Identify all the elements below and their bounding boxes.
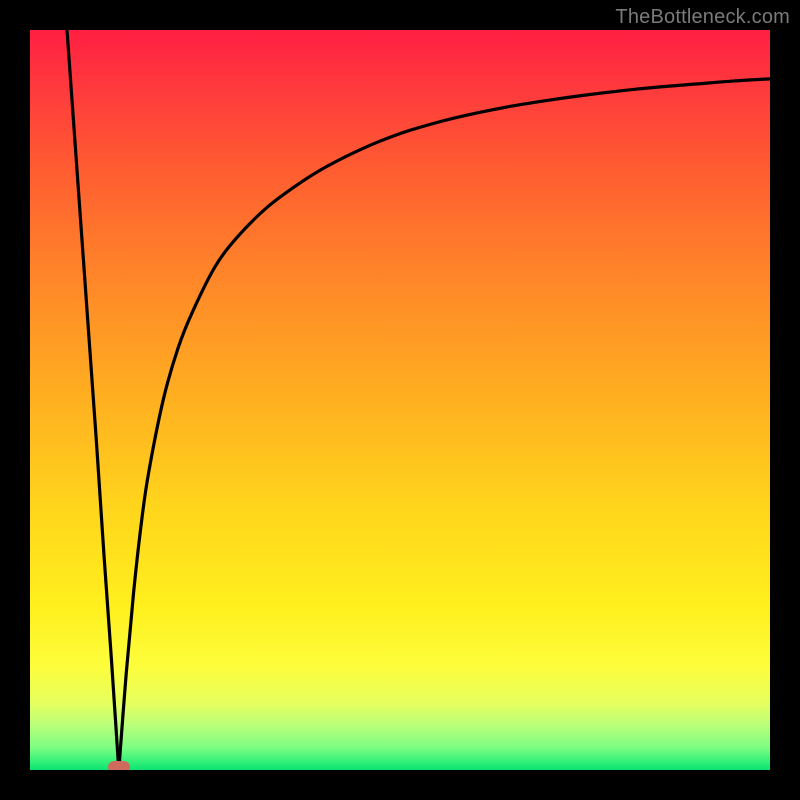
minimum-marker <box>108 761 130 770</box>
bottleneck-curve <box>30 30 770 770</box>
watermark-text: TheBottleneck.com <box>615 6 790 29</box>
chart-frame: TheBottleneck.com <box>0 0 800 800</box>
plot-area <box>30 30 770 770</box>
